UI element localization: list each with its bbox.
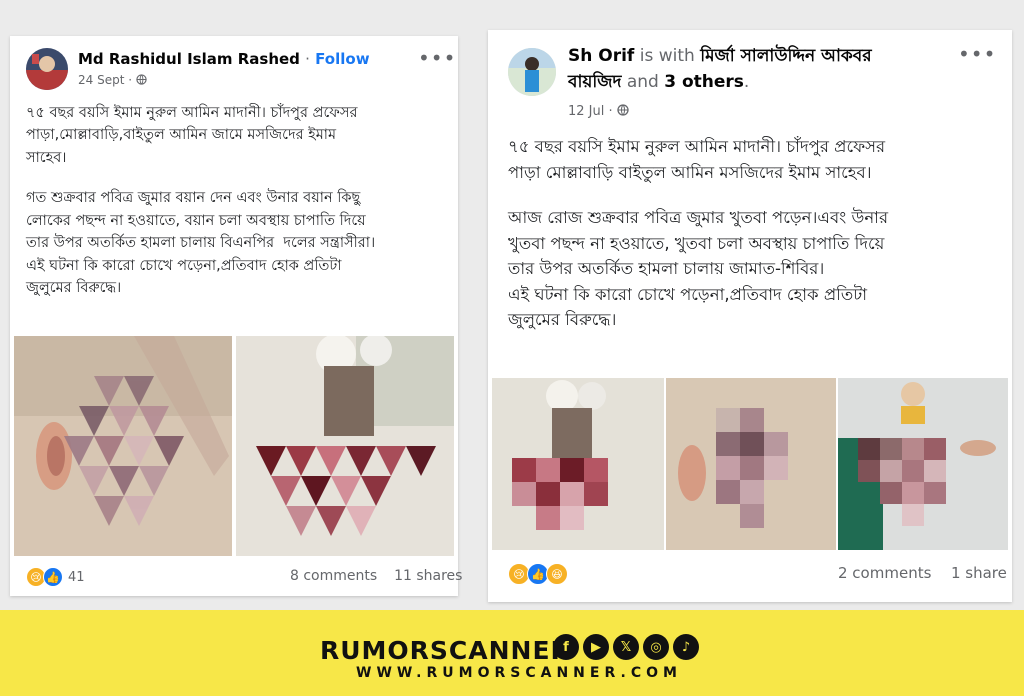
avatar-image	[26, 48, 68, 90]
censored-image	[236, 336, 454, 556]
censored-image	[666, 378, 836, 550]
post-photo-2[interactable]	[236, 336, 454, 556]
more-options-icon[interactable]: •••	[418, 46, 456, 70]
and-text: and	[626, 71, 659, 92]
website-url[interactable]: WWW.RUMORSCANNER.COM	[356, 665, 682, 681]
brand-logo-text: RUMORSCANNER	[320, 636, 571, 665]
meta-dot: ·	[128, 73, 136, 87]
censored-image	[492, 378, 664, 550]
author-avatar[interactable]	[508, 48, 556, 96]
instagram-icon[interactable]: ◎	[643, 634, 669, 660]
reaction-count: 41	[68, 569, 85, 585]
shares-count[interactable]: 11 shares	[394, 568, 462, 584]
facebook-icon[interactable]: f	[553, 634, 579, 660]
shares-count[interactable]: 1 share	[951, 564, 1007, 582]
follow-button[interactable]: Follow	[315, 50, 369, 68]
author-name[interactable]: Md Rashidul Islam Rashed	[78, 50, 300, 68]
tagged-person-cont[interactable]: বায়জিদ	[568, 72, 621, 92]
facebook-post-1: Md Rashidul Islam Rashed · Follow 24 Sep…	[10, 36, 462, 596]
post-photo-3[interactable]	[838, 378, 1008, 550]
youtube-icon[interactable]: ▶	[583, 634, 609, 660]
facebook-post-2: Sh Orif is with মির্জা সালাউদ্দিন আকবর ব…	[488, 30, 1012, 602]
separator-dot: ·	[305, 50, 310, 68]
censored-image	[838, 378, 1008, 550]
post-text-paragraph-2: গত শুক্রবার পবিত্র জুমার বয়ান দেন এবং উ…	[26, 190, 376, 297]
avatar-image	[508, 48, 556, 96]
tagged-others[interactable]: 3 others	[664, 72, 744, 92]
post-photo-1[interactable]	[14, 336, 232, 556]
haha-reaction-icon: 😆	[546, 563, 568, 585]
comments-count[interactable]: 2 comments	[838, 564, 931, 582]
with-text: is with	[639, 46, 695, 66]
globe-icon	[136, 74, 147, 85]
comments-count[interactable]: 8 comments	[290, 568, 377, 584]
reactions[interactable]: 😢 👍 41	[26, 567, 85, 587]
more-options-icon[interactable]: •••	[958, 42, 996, 66]
post-photo-1[interactable]	[492, 378, 664, 550]
post-text-paragraph-1: ৭৫ বছর বয়সি ইমাম নুরুল আমিন মাদানী। চাঁ…	[26, 105, 358, 166]
social-icons: f ▶ 𝕏 ◎ ♪	[553, 634, 699, 660]
author-avatar[interactable]	[26, 48, 68, 90]
post-text-paragraph-1: ৭৫ বছর বয়সি ইমাম নুরুল আমিন মাদানী। চাঁ…	[508, 137, 886, 182]
reactions[interactable]: 😢 👍 😆	[508, 563, 568, 585]
tagged-person[interactable]: মির্জা সালাউদ্দিন আকবর	[700, 46, 871, 66]
post-date[interactable]: 24 Sept	[78, 73, 124, 87]
post-date[interactable]: 12 Jul	[568, 104, 604, 119]
tiktok-icon[interactable]: ♪	[673, 634, 699, 660]
rumorscanner-banner: RUMORSCANNER f ▶ 𝕏 ◎ ♪ WWW.RUMORSCANNER.…	[0, 610, 1024, 696]
period: .	[743, 71, 750, 92]
meta-dot: ·	[608, 104, 617, 119]
post-text-paragraph-2: আজ রোজ শুক্রবার পবিত্র জুমার খুতবা পড়েন…	[508, 208, 889, 330]
post-photo-2[interactable]	[666, 378, 836, 550]
censored-image	[14, 336, 232, 556]
x-icon[interactable]: 𝕏	[613, 634, 639, 660]
like-reaction-icon: 👍	[43, 567, 63, 587]
globe-icon	[617, 104, 629, 116]
author-name[interactable]: Sh Orif	[568, 46, 634, 66]
